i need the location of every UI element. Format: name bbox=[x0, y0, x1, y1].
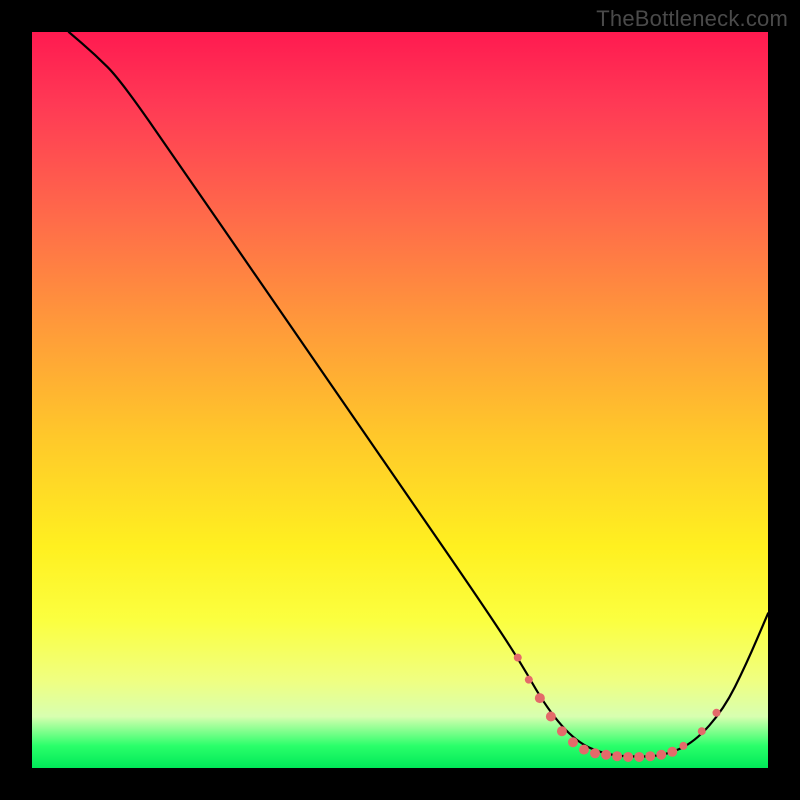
curve-marker bbox=[612, 751, 622, 761]
curve-marker bbox=[623, 752, 633, 762]
curve-marker bbox=[645, 751, 655, 761]
curve-marker bbox=[601, 750, 611, 760]
curve-marker bbox=[656, 750, 666, 760]
curve-marker bbox=[568, 737, 578, 747]
curve-marker bbox=[698, 727, 706, 735]
curve-marker bbox=[535, 693, 545, 703]
bottleneck-curve bbox=[69, 32, 768, 757]
watermark-text: TheBottleneck.com bbox=[596, 6, 788, 32]
curve-marker bbox=[546, 711, 556, 721]
curve-marker bbox=[712, 709, 720, 717]
curve-marker bbox=[667, 747, 677, 757]
chart-svg bbox=[32, 32, 768, 768]
curve-marker bbox=[525, 676, 533, 684]
marker-group bbox=[514, 654, 721, 762]
curve-marker bbox=[679, 742, 687, 750]
chart-plot-area bbox=[32, 32, 768, 768]
curve-marker bbox=[514, 654, 522, 662]
curve-marker bbox=[590, 748, 600, 758]
curve-marker bbox=[634, 752, 644, 762]
curve-marker bbox=[557, 726, 567, 736]
curve-marker bbox=[579, 745, 589, 755]
